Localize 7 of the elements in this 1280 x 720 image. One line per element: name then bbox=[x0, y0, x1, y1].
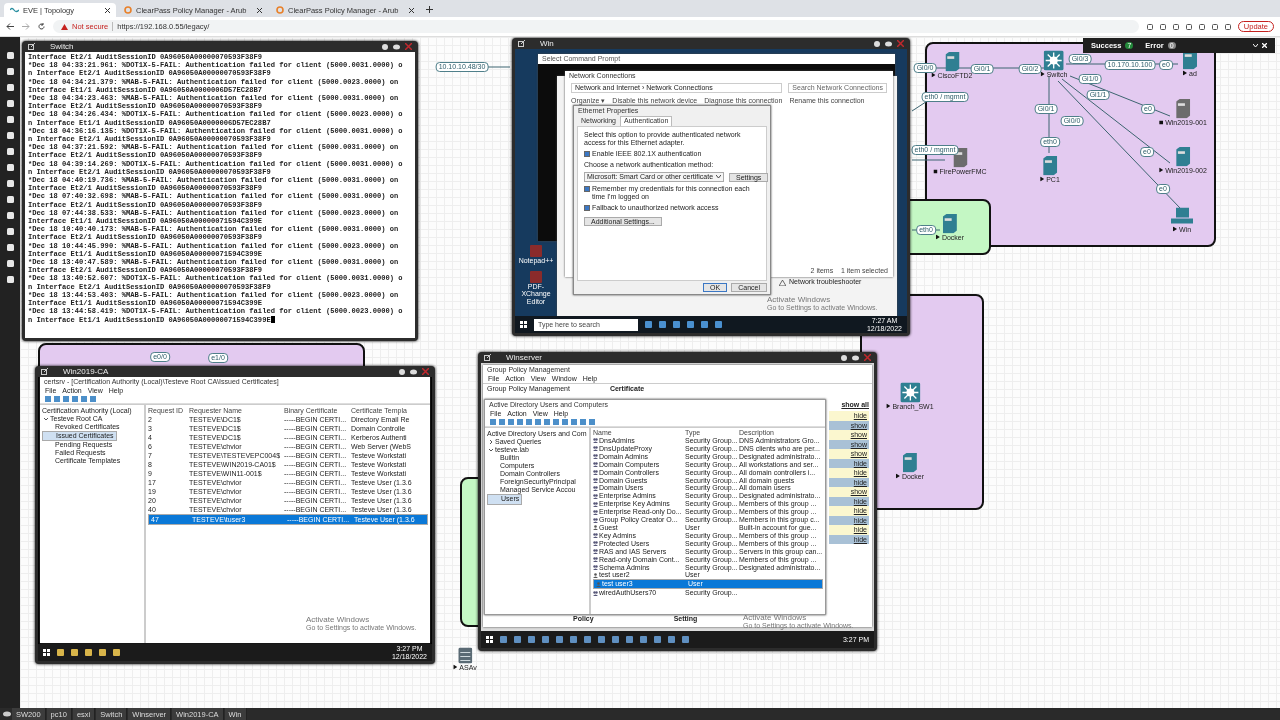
activation-notice: Activate Windows bbox=[743, 613, 808, 622]
window-title: Winserver bbox=[505, 353, 543, 362]
activation-notice: Activate Windows bbox=[306, 615, 371, 624]
window-title: Win2019-CA bbox=[62, 367, 110, 376]
window-title: Win bbox=[539, 39, 555, 48]
window-title: Switch bbox=[49, 42, 75, 51]
activation-notice: Activate Windows bbox=[767, 295, 832, 304]
